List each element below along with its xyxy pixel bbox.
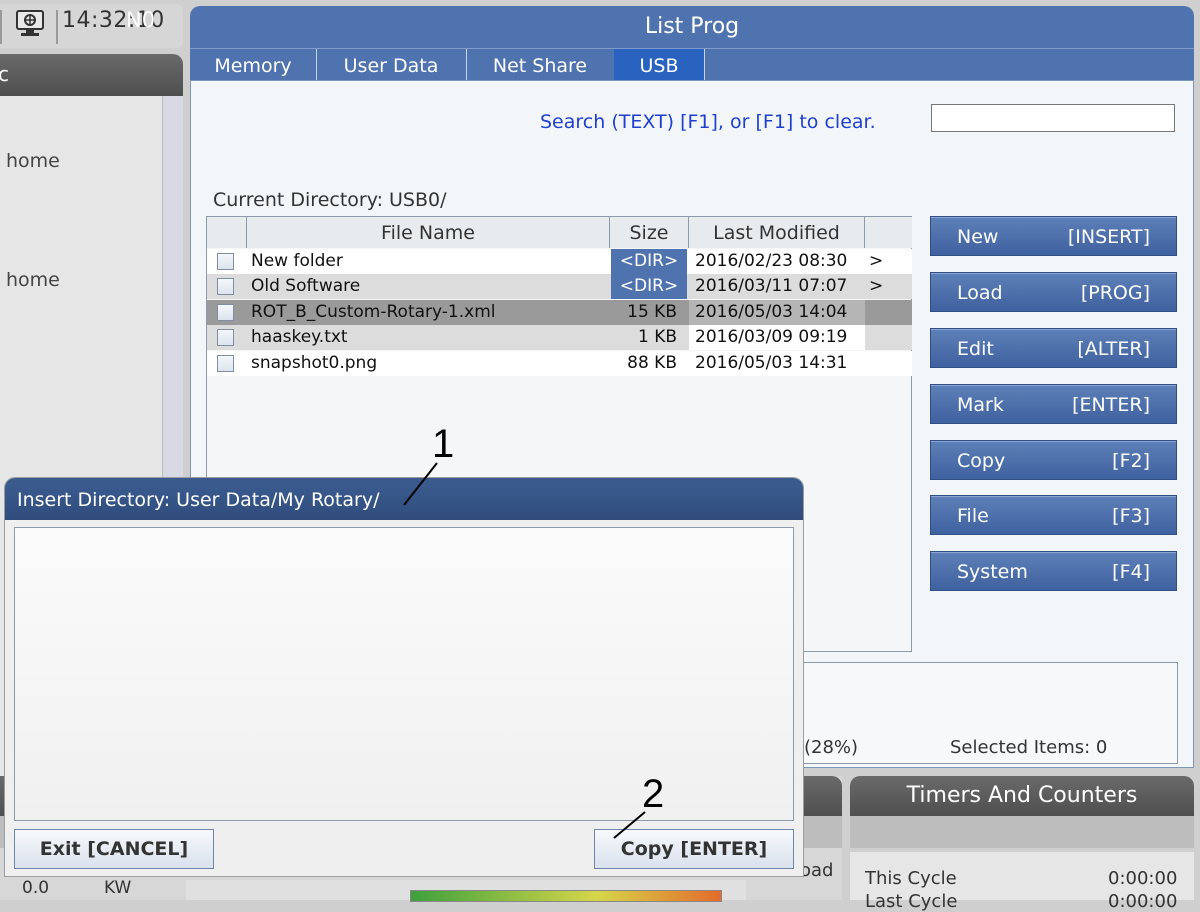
load-label: oad	[800, 860, 834, 881]
file-modified: 2016/03/09 09:19	[695, 327, 848, 347]
tab-label: Memory	[214, 55, 292, 77]
network-monitor-icon[interactable]	[14, 9, 48, 37]
header-last-modified[interactable]: Last Modified	[689, 217, 865, 248]
tab-user-data[interactable]: User Data	[316, 49, 467, 81]
button-key: [PROG]	[1080, 282, 1150, 304]
timers-header: Timers And Counters	[850, 776, 1194, 816]
tab-bar: Memory User Data Net Share USB	[190, 48, 1194, 81]
row-checkbox[interactable]	[217, 253, 234, 270]
button-label: Copy	[957, 450, 1006, 472]
table-row-selected[interactable]: ROT_B_Custom-Rotary-1.xml 15 KB 2016/05/…	[207, 300, 912, 325]
tab-usb[interactable]: USB	[614, 49, 705, 81]
copy-button[interactable]: Copy [F2]	[930, 440, 1177, 480]
button-key: [F3]	[1112, 505, 1150, 527]
last-cycle-value: 0:00:00	[1108, 891, 1178, 912]
left-panel-header: c	[0, 54, 183, 96]
left-item-home-1[interactable]: home	[6, 150, 60, 172]
load-gauge	[410, 890, 722, 902]
tab-label: Net Share	[492, 55, 588, 77]
tab-label: User Data	[343, 55, 439, 77]
usage-percent: (28%)	[804, 737, 859, 758]
button-label: File	[957, 505, 989, 527]
callout-2: 2	[642, 772, 665, 816]
selected-items-count: Selected Items: 0	[950, 737, 1108, 758]
header-checkbox-col	[207, 217, 247, 248]
button-key: [F4]	[1112, 561, 1150, 583]
row-checkbox[interactable]	[217, 278, 234, 295]
file-modified: 2016/02/23 08:30	[695, 251, 848, 271]
file-button[interactable]: File [F3]	[930, 495, 1177, 535]
folder-arrow-icon[interactable]: >	[869, 276, 883, 296]
file-size: <DIR>	[611, 274, 687, 299]
left-item-home-2[interactable]: home	[6, 269, 60, 291]
left-header-label: c	[0, 62, 9, 86]
header-size[interactable]: Size	[610, 217, 689, 248]
file-size: <DIR>	[611, 249, 687, 274]
file-modified: 2016/05/03 14:31	[695, 353, 848, 373]
button-label: Edit	[957, 338, 994, 360]
load-button[interactable]: Load [PROG]	[930, 272, 1177, 312]
file-modified: 2016/05/03 14:04	[695, 302, 848, 322]
row-checkbox[interactable]	[217, 329, 234, 346]
dialog-title: Insert Directory: User Data/My Rotary/	[17, 489, 380, 511]
search-hint: Search (TEXT) [F1], or [F1] to clear.	[540, 111, 876, 133]
file-size: 15 KB	[627, 302, 677, 322]
this-cycle-label: This Cycle	[865, 868, 957, 889]
window-title: List Prog	[190, 6, 1194, 48]
copy-enter-button[interactable]: Copy [ENTER]	[594, 829, 794, 869]
file-name: haaskey.txt	[251, 327, 348, 347]
new-button[interactable]: New [INSERT]	[930, 216, 1177, 256]
tab-label: USB	[639, 55, 679, 77]
button-key: [F2]	[1112, 450, 1150, 472]
spindle-power-value: 0.0	[22, 878, 50, 898]
button-key: [ALTER]	[1077, 338, 1150, 360]
table-row[interactable]: Old Software <DIR> 2016/03/11 07:07 >	[207, 274, 912, 299]
timers-subheader	[850, 816, 1194, 848]
dialog-title-bar: Insert Directory: User Data/My Rotary/	[5, 478, 803, 520]
button-label: System	[957, 561, 1028, 583]
last-cycle-label: Last Cycle	[865, 891, 958, 912]
file-name: New folder	[251, 251, 343, 271]
file-size: 88 KB	[627, 353, 677, 373]
row-checkbox[interactable]	[217, 355, 234, 372]
button-label: Mark	[957, 394, 1004, 416]
button-key: [INSERT]	[1067, 226, 1150, 248]
system-button[interactable]: System [F4]	[930, 551, 1177, 591]
tab-net-share[interactable]: Net Share	[466, 49, 615, 81]
button-key: [ENTER]	[1072, 394, 1150, 416]
edit-button[interactable]: Edit [ALTER]	[930, 328, 1177, 368]
mark-button[interactable]: Mark [ENTER]	[930, 384, 1177, 424]
folder-arrow-icon[interactable]: >	[869, 251, 883, 271]
search-input[interactable]	[931, 104, 1175, 132]
file-name: snapshot0.png	[251, 353, 378, 373]
file-size: 1 KB	[637, 327, 677, 347]
spindle-power-unit: KW	[104, 878, 132, 898]
table-row[interactable]: New folder <DIR> 2016/02/23 08:30 >	[207, 249, 912, 274]
left-header-value: N0	[126, 8, 156, 32]
dialog-directory-list[interactable]	[14, 527, 794, 821]
button-label: Load	[957, 282, 1003, 304]
callout-1: 1	[432, 422, 455, 466]
file-name: Old Software	[251, 276, 361, 296]
button-label: New	[957, 226, 999, 248]
current-directory: Current Directory: USB0/	[213, 189, 447, 211]
file-table-header: File Name Size Last Modified	[207, 217, 912, 248]
table-row[interactable]: snapshot0.png 88 KB 2016/05/03 14:31	[207, 351, 912, 376]
header-file-name[interactable]: File Name	[247, 217, 610, 248]
this-cycle-value: 0:00:00	[1108, 868, 1178, 889]
file-modified: 2016/03/11 07:07	[695, 276, 848, 296]
exit-button[interactable]: Exit [CANCEL]	[14, 829, 214, 869]
tab-memory[interactable]: Memory	[190, 49, 317, 81]
table-row[interactable]: haaskey.txt 1 KB 2016/03/09 09:19	[207, 325, 912, 350]
file-name: ROT_B_Custom-Rotary-1.xml	[251, 302, 496, 322]
header-extra-col	[865, 217, 912, 248]
row-checkbox[interactable]	[217, 304, 234, 321]
